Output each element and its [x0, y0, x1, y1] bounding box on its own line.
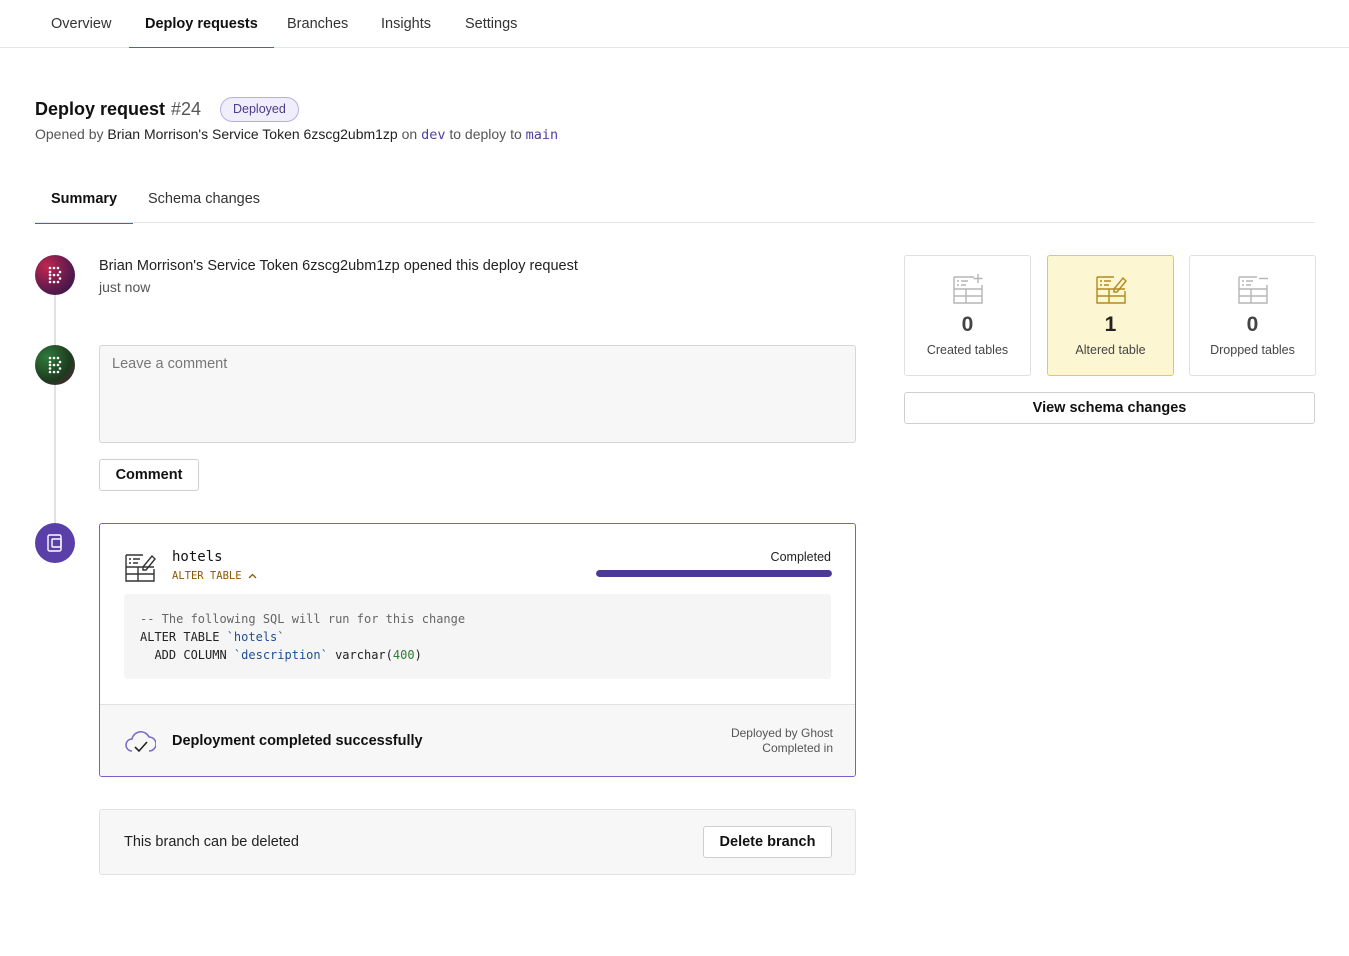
avatar — [35, 345, 75, 385]
opened-prefix: Opened by — [35, 126, 104, 142]
tab-deploy-requests[interactable]: Deploy requests — [129, 0, 274, 48]
sql-identifier: `description` — [233, 648, 328, 662]
deploy-card: hotels ALTER TABLE Completed -- The foll… — [99, 523, 856, 777]
event-action: opened this deploy request — [403, 258, 578, 274]
drop-table-icon — [1238, 276, 1268, 304]
created-count: 0 — [961, 313, 974, 336]
dropped-tables-stat: 0 Dropped tables — [1189, 255, 1316, 376]
table-name: hotels — [172, 549, 223, 565]
sql-keyword: ADD COLUMN — [140, 648, 234, 662]
deploy-footer: Deployment completed successfully Deploy… — [100, 704, 855, 776]
page-title: Deploy request — [35, 99, 166, 119]
planetscale-token-icon — [48, 356, 62, 374]
sql-keyword: ALTER TABLE — [140, 630, 227, 644]
altered-tables-stat: 1 Altered table — [1047, 255, 1174, 376]
sql-number: 400 — [392, 648, 415, 662]
sql-block: -- The following SQL will run for this c… — [124, 594, 831, 679]
cloud-check-icon — [125, 731, 156, 753]
completed-in: Completed in — [762, 741, 833, 755]
sql-type: varchar( — [327, 648, 393, 662]
deploy-progress-bar — [596, 570, 832, 577]
target-branch[interactable]: main — [526, 127, 559, 143]
status-badge: Deployed — [220, 97, 299, 122]
source-branch[interactable]: dev — [421, 127, 445, 143]
event-timestamp: just now — [99, 279, 151, 295]
deployed-by: Deployed by Ghost — [730, 726, 833, 740]
deploy-success-message: Deployment completed successfully — [172, 733, 423, 749]
event-actor[interactable]: Brian Morrison's Service Token 6zscg2ubm… — [99, 258, 400, 274]
tab-schema-changes[interactable]: Schema changes — [132, 176, 276, 223]
deploy-status: Completed — [770, 550, 831, 564]
tab-overview[interactable]: Overview — [35, 0, 127, 48]
branch-delete-message: This branch can be deleted — [124, 834, 299, 850]
deploy-progress-fill — [596, 570, 832, 577]
sub-tabs: Summary Schema changes — [35, 176, 1315, 224]
create-table-icon — [953, 274, 983, 304]
created-tables-stat: 0 Created tables — [904, 255, 1031, 376]
sql-identifier: `hotels` — [226, 630, 285, 644]
deploy-meta: Deployed by Ghost Completed in — [731, 726, 833, 756]
event-description: Brian Morrison's Service Token 6zscg2ubm… — [99, 258, 578, 274]
deploy-word: to deploy to — [449, 126, 522, 142]
sql-type-end: ) — [414, 648, 422, 662]
branch-delete-card: This branch can be deleted Delete branch — [99, 809, 856, 875]
timeline-line — [54, 290, 56, 526]
tab-branches[interactable]: Branches — [271, 0, 364, 48]
comment-input[interactable] — [99, 345, 856, 443]
altered-count: 1 — [1104, 313, 1117, 336]
created-label: Created tables — [926, 343, 1009, 357]
deploy-icon — [47, 534, 62, 552]
alter-table-icon — [125, 554, 156, 582]
on-word: on — [401, 126, 418, 142]
tab-settings[interactable]: Settings — [449, 0, 533, 48]
alter-table-icon — [1096, 276, 1127, 304]
dropped-count: 0 — [1246, 313, 1259, 336]
opened-by-user[interactable]: Brian Morrison's Service Token 6zscg2ubm… — [107, 126, 397, 142]
deploy-request-number: #24 — [171, 99, 202, 119]
tab-insights[interactable]: Insights — [365, 0, 447, 48]
dropped-label: Dropped tables — [1210, 343, 1295, 357]
altered-label: Altered table — [1075, 343, 1146, 357]
alter-table-toggle[interactable]: ALTER TABLE — [172, 570, 257, 582]
opened-by-line: Opened by Brian Morrison's Service Token… — [35, 126, 558, 143]
view-schema-changes-button[interactable]: View schema changes — [904, 392, 1315, 424]
operation-label: ALTER TABLE — [172, 570, 242, 582]
top-navigation: Overview Deploy requests Branches Insigh… — [0, 0, 1349, 48]
sql-comment: -- The following SQL will run for this c… — [140, 612, 466, 626]
avatar — [35, 255, 75, 295]
tab-summary[interactable]: Summary — [35, 176, 134, 224]
delete-branch-button[interactable]: Delete branch — [703, 826, 832, 858]
chevron-up-icon — [248, 573, 257, 579]
deploy-event-icon — [35, 523, 75, 563]
comment-button[interactable]: Comment — [99, 459, 199, 491]
planetscale-token-icon — [48, 266, 62, 284]
